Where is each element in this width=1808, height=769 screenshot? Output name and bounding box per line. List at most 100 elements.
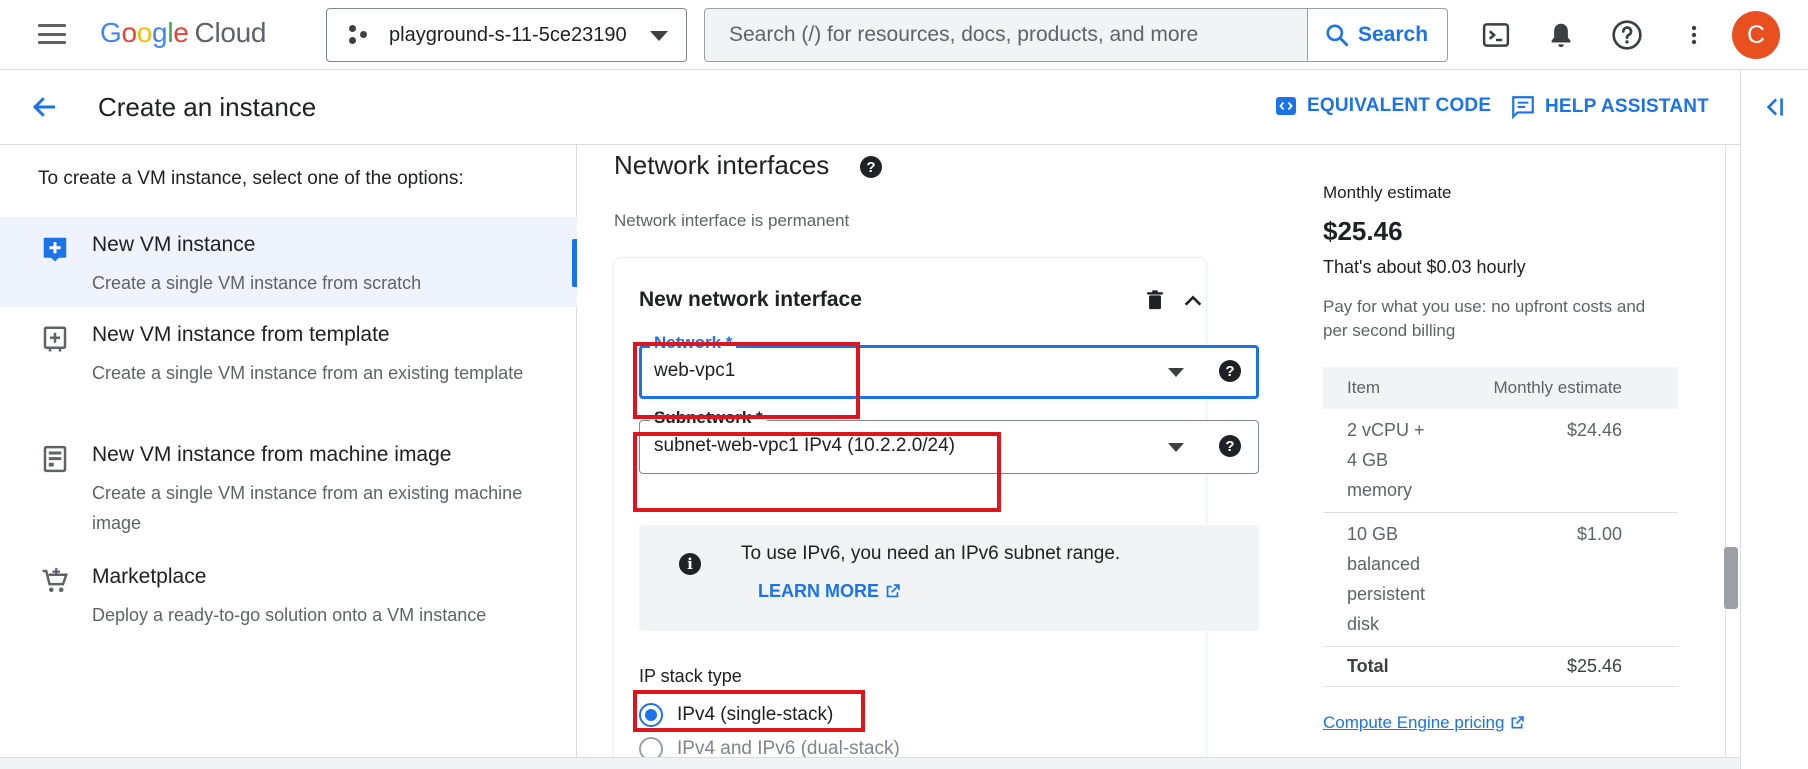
back-arrow-icon[interactable] (28, 92, 62, 122)
ip-stack-type-label: IP stack type (639, 666, 742, 686)
main-scrollbar[interactable] (1725, 145, 1740, 757)
card-title: New network interface (639, 288, 862, 311)
help-icon[interactable] (1609, 17, 1645, 53)
item-cell: 2 vCPU + 4 GB memory (1323, 409, 1433, 513)
help-assistant-label: HELP ASSISTANT (1545, 96, 1709, 117)
option-description: Deploy a ready-to-go solution onto a VM … (92, 605, 487, 625)
dropdown-arrow-icon (1168, 368, 1184, 377)
external-link-icon (886, 584, 900, 598)
radio-button[interactable] (639, 703, 663, 727)
main-content: Network interfaces ? Network interface i… (577, 145, 1740, 757)
machine-image-icon (43, 445, 67, 473)
chevron-down-icon (650, 31, 668, 41)
search-input[interactable] (705, 9, 1307, 61)
help-icon[interactable]: ? (1219, 360, 1241, 382)
google-cloud-logo[interactable]: Google Cloud (100, 17, 267, 49)
chevron-up-icon[interactable] (1180, 290, 1206, 312)
option-title: New VM instance from template (92, 323, 390, 346)
learn-more-label: LEARN MORE (758, 581, 879, 601)
radio-button[interactable] (639, 737, 663, 757)
radio-ipv4-ipv6-dual-stack[interactable]: IPv4 and IPv6 (dual-stack) (639, 737, 900, 757)
subnetwork-label: Subnetwork * (650, 408, 767, 428)
network-select[interactable]: Network * web-vpc1 ? (639, 333, 1259, 399)
notifications-icon[interactable] (1543, 17, 1579, 53)
ipv6-info-text: To use IPv6, you need an IPv6 subnet ran… (741, 543, 1121, 564)
column-header: Monthly estimate (1433, 367, 1678, 409)
option-title: New VM instance (92, 233, 256, 256)
menu-icon[interactable] (36, 20, 68, 48)
cost-cell: $1.00 (1433, 512, 1678, 647)
cloud-shell-icon[interactable] (1478, 17, 1514, 53)
option-new-vm-from-machine-image[interactable]: New VM instance from machine image Creat… (0, 427, 577, 549)
creation-options-sidebar: To create a VM instance, select one of t… (0, 145, 577, 757)
radio-ipv4-single-stack[interactable]: IPv4 (single-stack) (639, 703, 833, 727)
option-description: Create a single VM instance from an exis… (92, 483, 523, 533)
total-row: Total $25.46 (1323, 646, 1678, 687)
network-value: web-vpc1 (654, 360, 736, 381)
add-box-icon (43, 237, 67, 262)
hourly-estimate: That's about $0.03 hourly (1323, 257, 1526, 277)
option-title: Marketplace (92, 565, 207, 588)
template-icon (43, 326, 67, 352)
table-row: 2 vCPU + 4 GB memory $24.46 (1323, 409, 1678, 513)
delete-icon[interactable] (1144, 288, 1166, 312)
equivalent-code-button[interactable]: EQUIVALENT CODE (1274, 94, 1491, 118)
top-bar: Google Cloud playground-s-11-5ce23190 Sea… (0, 0, 1808, 70)
project-picker[interactable]: playground-s-11-5ce23190 (326, 8, 687, 62)
total-label: Total (1323, 646, 1433, 687)
avatar[interactable]: C (1732, 11, 1780, 59)
column-header: Item (1323, 367, 1433, 409)
project-icon (347, 24, 369, 46)
radio-label: IPv4 and IPv6 (dual-stack) (677, 738, 900, 757)
help-icon[interactable]: ? (860, 156, 882, 178)
subnetwork-select[interactable]: Subnetwork * subnet-web-vpc1 IPv4 (10.2.… (639, 408, 1259, 474)
chat-icon (1512, 96, 1534, 120)
search-button-label: Search (1358, 23, 1429, 46)
search-button[interactable]: Search (1307, 9, 1447, 61)
billing-note: Pay for what you use: no upfront costs a… (1323, 297, 1646, 340)
table-header-row: Item Monthly estimate (1323, 367, 1678, 409)
help-assistant-button[interactable]: HELP ASSISTANT (1510, 94, 1709, 120)
dropdown-arrow-icon (1168, 443, 1184, 452)
equivalent-code-label: EQUIVALENT CODE (1307, 95, 1492, 116)
option-description: Create a single VM instance from an exis… (92, 363, 524, 383)
info-icon: i (679, 553, 701, 575)
learn-more-link[interactable]: LEARN MORE (758, 581, 901, 602)
logo-cloud-text: Cloud (194, 17, 267, 48)
radio-label: IPv4 (single-stack) (677, 704, 834, 725)
cost-cell: $24.46 (1433, 409, 1678, 513)
bottom-edge (0, 757, 1740, 769)
network-interface-card: New network interface Network * web-vpc1… (614, 258, 1259, 757)
compute-engine-pricing-link[interactable]: Compute Engine pricing (1323, 713, 1525, 733)
logo-google-text: Google (100, 17, 189, 48)
pricing-link-label: Compute Engine pricing (1323, 713, 1505, 732)
item-cell: 10 GB balanced persistent disk (1323, 512, 1433, 647)
option-marketplace[interactable]: Marketplace Deploy a ready-to-go solutio… (0, 549, 577, 641)
option-title: New VM instance from machine image (92, 443, 452, 466)
shopping-cart-icon (42, 567, 69, 592)
side-panel (1740, 70, 1808, 769)
page-title: Create an instance (98, 92, 317, 122)
external-link-icon (1511, 716, 1525, 729)
panel-expand-icon[interactable] (1761, 94, 1787, 120)
monthly-estimate-label: Monthly estimate (1323, 183, 1452, 202)
estimate-table: Item Monthly estimate 2 vCPU + 4 GB memo… (1323, 367, 1678, 687)
search-bar: Search (704, 8, 1448, 62)
option-description: Create a single VM instance from scratch (92, 273, 422, 293)
option-new-vm-instance[interactable]: New VM instance Create a single VM insta… (0, 217, 577, 307)
section-subtitle: Network interface is permanent (614, 211, 850, 230)
more-vert-icon[interactable] (1676, 17, 1712, 53)
ipv6-info-box: i To use IPv6, you need an IPv6 subnet r… (639, 525, 1259, 631)
code-icon (1276, 97, 1296, 115)
total-value: $25.46 (1433, 646, 1678, 687)
scrollbar-thumb[interactable] (1724, 547, 1738, 609)
section-title: Network interfaces (614, 150, 830, 180)
help-icon[interactable]: ? (1219, 435, 1241, 457)
table-row: 10 GB balanced persistent disk $1.00 (1323, 512, 1678, 647)
subnetwork-value: subnet-web-vpc1 IPv4 (10.2.2.0/24) (654, 435, 956, 456)
project-name: playground-s-11-5ce23190 (389, 23, 627, 46)
sidebar-hint: To create a VM instance, select one of t… (38, 168, 464, 189)
page-header: Create an instance EQUIVALENT CODE HELP … (0, 70, 1740, 145)
network-label: Network * (650, 333, 737, 353)
option-new-vm-from-template[interactable]: New VM instance from template Create a s… (0, 307, 577, 427)
